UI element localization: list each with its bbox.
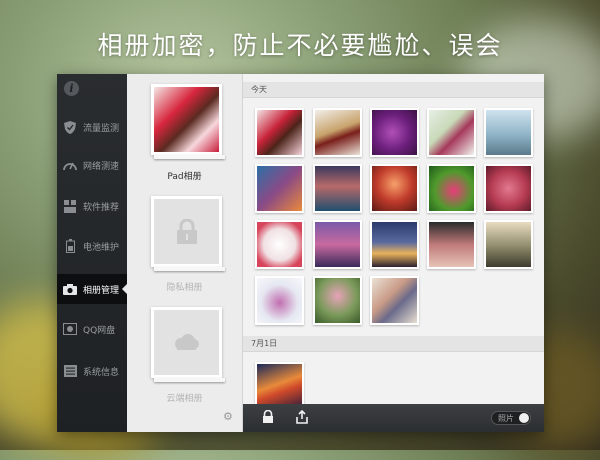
album-cover <box>154 199 219 264</box>
speedometer-icon <box>63 158 77 172</box>
photo-thumb[interactable] <box>427 108 476 157</box>
album-label: Pad相册 <box>167 172 202 182</box>
photo-thumb[interactable] <box>255 164 304 213</box>
sidebar-item-traffic[interactable]: 流量监测 <box>57 112 127 142</box>
lock-icon[interactable] <box>261 410 275 424</box>
album-cover <box>154 87 219 152</box>
photo-thumb[interactable] <box>255 220 304 269</box>
album-pad[interactable] <box>151 84 225 159</box>
photo-thumb[interactable] <box>313 108 362 157</box>
sidebar-item-label: QQ网盘 <box>83 325 116 336</box>
share-icon[interactable] <box>295 410 309 424</box>
sidebar-item-label: 流量监测 <box>83 123 120 134</box>
photo-thumb[interactable] <box>370 108 419 157</box>
album-label: 云端相册 <box>166 394 203 404</box>
photo-thumb[interactable] <box>427 164 476 213</box>
photo-thumb[interactable] <box>255 108 304 157</box>
photo-thumb[interactable] <box>427 220 476 269</box>
headline: 相册加密，防止不必要尴尬、误会 <box>97 31 503 60</box>
list-icon <box>63 364 77 378</box>
photo-thumb[interactable] <box>484 220 533 269</box>
sidebar: i 流量监测 网络测速 软件推荐 电池维护 相册管理 QQ网盘 系统信息 <box>57 74 127 432</box>
gear-icon[interactable]: ⚙ <box>223 410 233 423</box>
sidebar-item-album-manager[interactable]: 相册管理 <box>57 274 127 304</box>
photo-thumb[interactable] <box>484 108 533 157</box>
toggle-knob <box>519 413 529 423</box>
battery-icon <box>63 239 77 253</box>
photo-thumb[interactable] <box>370 276 419 325</box>
sidebar-item-app-recommend[interactable]: 软件推荐 <box>57 191 127 221</box>
sidebar-item-label: 软件推荐 <box>83 202 120 213</box>
sidebar-item-qq-drive[interactable]: QQ网盘 <box>57 314 127 344</box>
sidebar-item-label: 系统信息 <box>83 367 120 378</box>
bottom-toolbar: 照片 <box>243 404 544 432</box>
sidebar-item-speedtest[interactable]: 网络测速 <box>57 150 127 180</box>
cloud-icon <box>175 334 199 350</box>
sidebar-item-label: 相册管理 <box>83 285 120 296</box>
photo-thumb[interactable] <box>313 276 362 325</box>
app-grid-icon <box>63 199 77 213</box>
photo-toggle[interactable]: 照片 <box>491 411 531 425</box>
photo-thumb[interactable] <box>313 164 362 213</box>
lock-icon <box>177 219 197 244</box>
photo-grid: 今天 7月1日 <box>243 74 544 411</box>
sidebar-item-battery[interactable]: 电池维护 <box>57 231 127 261</box>
photo-thumb[interactable] <box>370 220 419 269</box>
shield-icon <box>63 120 77 134</box>
cloud-drive-icon <box>63 322 77 336</box>
toggle-label: 照片 <box>498 414 514 423</box>
camera-icon <box>63 282 77 296</box>
section-header-july-1: 7月1日 <box>243 336 544 352</box>
album-cover <box>154 310 219 375</box>
sidebar-item-label: 网络测速 <box>83 161 120 172</box>
album-cloud[interactable] <box>151 307 225 382</box>
album-label: 隐私相册 <box>166 283 203 293</box>
sidebar-item-system-info[interactable]: 系统信息 <box>57 356 127 386</box>
photo-thumb[interactable] <box>255 276 304 325</box>
sidebar-item-label: 电池维护 <box>83 242 120 253</box>
photo-thumb[interactable] <box>370 164 419 213</box>
info-icon[interactable]: i <box>64 81 79 96</box>
app-window: i 流量监测 网络测速 软件推荐 电池维护 相册管理 QQ网盘 系统信息 Pad… <box>57 74 544 432</box>
album-list: Pad相册 隐私相册 云端相册 ⚙ <box>127 74 243 432</box>
photo-thumb[interactable] <box>484 164 533 213</box>
photo-thumb[interactable] <box>313 220 362 269</box>
section-header-today: 今天 <box>243 82 544 98</box>
album-private[interactable] <box>151 196 225 271</box>
